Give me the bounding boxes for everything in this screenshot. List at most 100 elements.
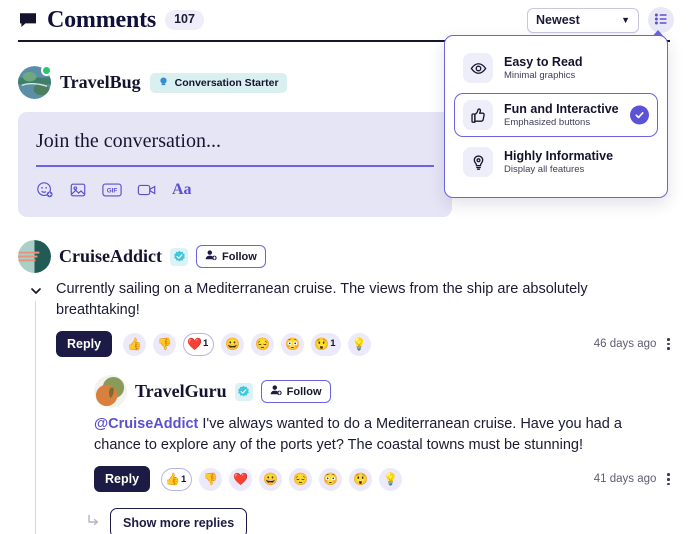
gif-icon[interactable]: GIF [102, 182, 122, 198]
reaction-thumbs-down[interactable]: 👎 [153, 332, 177, 356]
reaction-idea[interactable]: 💡 [347, 332, 371, 356]
menu-item-text: Fun and Interactive Emphasized buttons [504, 102, 619, 128]
reply-timestamp: 41 days ago [593, 473, 657, 486]
comment-bubble-icon [18, 10, 38, 30]
verified-badge-icon [234, 382, 253, 401]
reaction-heart[interactable]: ❤️ [229, 467, 253, 491]
composer-username: TravelBug [60, 72, 141, 92]
comments-panel: Comments 107 Newest ▼ Easy to Read Minim… [0, 0, 688, 534]
reaction-emoji: 👎 [157, 337, 173, 352]
menu-item-highly-informative[interactable]: Highly Informative Display all features [454, 140, 658, 184]
avatar [94, 375, 127, 409]
reaction-emoji: 😔 [293, 472, 309, 487]
reaction-sad[interactable]: 😔 [289, 467, 313, 491]
reaction-emoji: 👍 [127, 337, 143, 352]
reply-header: TravelGuru Follow [94, 375, 670, 409]
comment-text: Currently sailing on a Mediterranean cru… [56, 281, 588, 318]
comment-meta: 46 days ago [594, 338, 670, 350]
reaction-heart[interactable]: ❤️ 1 [183, 332, 215, 356]
reaction-laugh[interactable]: 😀 [259, 467, 283, 491]
reaction-thumbs-up[interactable]: 👍 1 [161, 467, 193, 491]
reply-comment: TravelGuru Follow @CruiseAddict I've alw… [56, 357, 670, 493]
conversation-starter-badge: Conversation Starter [149, 72, 287, 93]
reaction-surprised[interactable]: 😲 [349, 467, 373, 491]
reply-button[interactable]: Reply [94, 466, 151, 493]
avatar [18, 65, 52, 99]
more-options-icon[interactable] [667, 338, 670, 351]
comment-composer[interactable]: Join the conversation... GIF Aa [18, 112, 452, 217]
avatar [18, 240, 51, 273]
list-view-icon [654, 12, 668, 29]
reaction-emoji: 💡 [383, 472, 399, 487]
comments-header: Comments 107 Newest ▼ [0, 0, 688, 40]
comment-body: Currently sailing on a Mediterranean cru… [18, 273, 670, 534]
reaction-sad[interactable]: 😔 [251, 332, 275, 356]
person-add-icon [205, 249, 217, 264]
page-title: Comments [47, 6, 157, 33]
reaction-emoji: 👍 [165, 472, 180, 487]
collapse-chevron-icon[interactable] [28, 283, 44, 299]
online-status-dot [41, 65, 52, 76]
reaction-embarrassed[interactable]: 😳 [281, 332, 305, 356]
composer-placeholder[interactable]: Join the conversation... [36, 130, 434, 165]
reply-text: @CruiseAddict I've always wanted to do a… [94, 408, 654, 455]
user-mention[interactable]: @CruiseAddict [94, 416, 198, 432]
reaction-emoji: 😀 [263, 472, 279, 487]
text-format-icon[interactable]: Aa [172, 181, 192, 199]
follow-label: Follow [222, 250, 257, 263]
reply-arrow-icon [86, 513, 102, 534]
video-icon[interactable] [137, 182, 157, 198]
menu-item-title: Fun and Interactive [504, 102, 619, 116]
menu-item-fun-and-interactive[interactable]: Fun and Interactive Emphasized buttons [454, 93, 658, 137]
composer-user-row: TravelBug Conversation Starter [18, 65, 287, 99]
reply-username: TravelGuru [135, 381, 227, 402]
reaction-emoji: ❤️ [233, 472, 249, 487]
reaction-emoji: 😳 [323, 472, 339, 487]
show-more-row: Show more replies [56, 492, 670, 534]
reaction-embarrassed[interactable]: 😳 [319, 467, 343, 491]
more-options-icon[interactable] [667, 473, 670, 486]
reaction-emoji: 😲 [353, 472, 369, 487]
reaction-count: 1 [203, 338, 209, 350]
reaction-emoji: 😔 [255, 337, 271, 352]
reply-meta: 41 days ago [594, 473, 670, 485]
person-add-icon [270, 384, 282, 399]
menu-item-subtitle: Emphasized buttons [504, 117, 591, 128]
reaction-emoji: 😲 [314, 337, 330, 352]
menu-item-title: Easy to Read [504, 55, 583, 69]
thumbs-up-icon [463, 100, 493, 130]
emoji-add-icon[interactable] [36, 181, 54, 199]
reaction-emoji: 😳 [285, 337, 301, 352]
comment-thread: CruiseAddict Follow Currently sailing on… [18, 240, 670, 534]
reply-reaction-row: Reply 👍 1 👎 ❤️ 😀 😔 😳 😲 💡 41 days ago [94, 455, 670, 493]
check-icon [630, 105, 649, 125]
reaction-emoji: 😀 [225, 337, 241, 352]
image-icon[interactable] [69, 181, 87, 199]
reaction-emoji: 👎 [203, 472, 219, 487]
reaction-thumbs-up[interactable]: 👍 [123, 332, 147, 356]
eye-icon [463, 53, 493, 83]
comment-count-badge: 107 [165, 10, 204, 30]
badge-label: Conversation Starter [174, 76, 279, 89]
follow-button[interactable]: Follow [196, 245, 266, 268]
reaction-emoji: ❤️ [187, 337, 202, 352]
lightbulb-icon [463, 147, 493, 177]
reaction-thumbs-down[interactable]: 👎 [199, 467, 223, 491]
sort-select[interactable]: Newest ▼ [527, 7, 639, 33]
menu-item-text: Easy to Read Minimal graphics [504, 55, 583, 81]
menu-item-text: Highly Informative Display all features [504, 149, 613, 175]
reaction-idea[interactable]: 💡 [379, 467, 403, 491]
reply-button[interactable]: Reply [56, 331, 113, 358]
menu-item-subtitle: Display all features [504, 164, 585, 175]
reaction-surprised[interactable]: 😲 1 [311, 332, 341, 356]
menu-item-subtitle: Minimal graphics [504, 70, 576, 81]
composer-toolbar: GIF Aa [36, 167, 434, 199]
reaction-row: Reply 👍 👎 ❤️ 1 😀 😔 😳 😲 1 💡 46 days ago [56, 320, 670, 358]
menu-item-easy-to-read[interactable]: Easy to Read Minimal graphics [454, 46, 658, 90]
comment-username: CruiseAddict [59, 246, 162, 266]
show-more-replies-button[interactable]: Show more replies [110, 508, 248, 534]
reaction-laugh[interactable]: 😀 [221, 332, 245, 356]
comment-timestamp: 46 days ago [593, 338, 657, 351]
reaction-emoji: 💡 [351, 337, 367, 352]
follow-button[interactable]: Follow [260, 380, 331, 404]
